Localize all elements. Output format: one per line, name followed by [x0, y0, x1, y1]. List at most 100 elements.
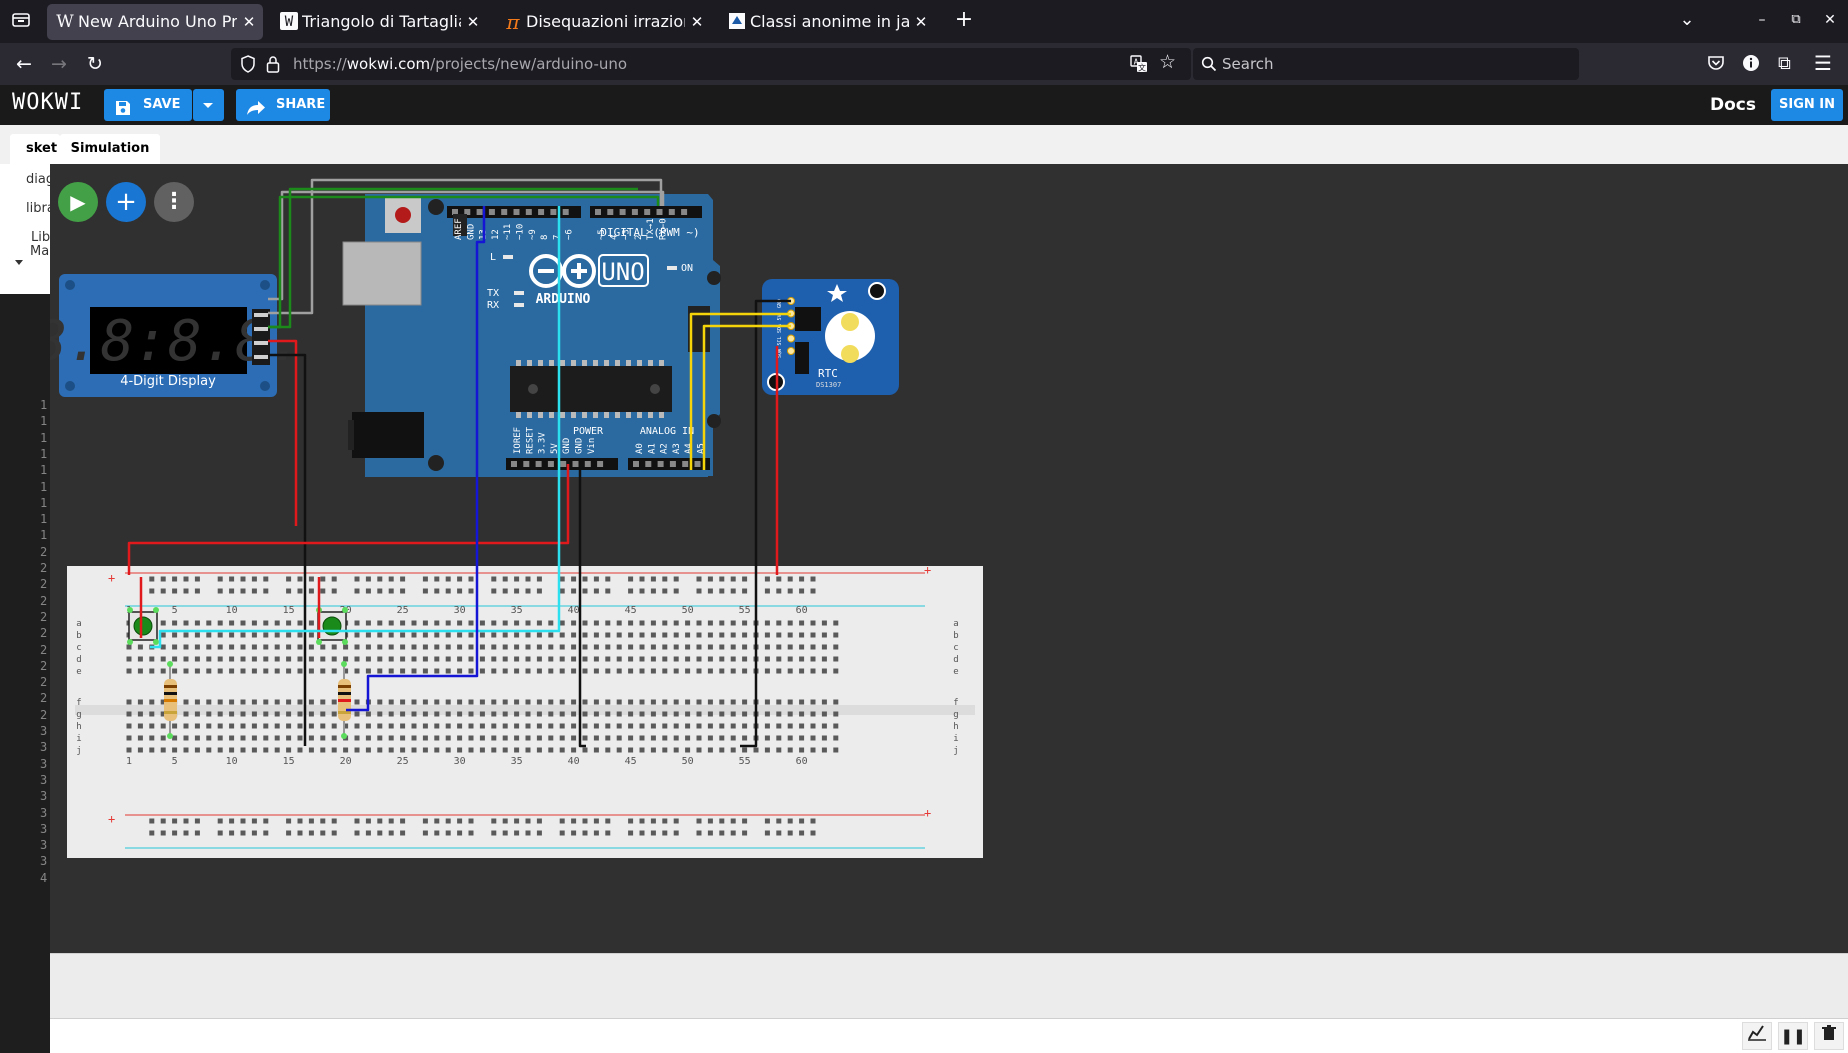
- breadboard-hole[interactable]: [149, 818, 155, 824]
- breadboard-hole[interactable]: [251, 711, 257, 717]
- breadboard-hole[interactable]: [331, 711, 337, 717]
- breadboard-hole[interactable]: [320, 818, 326, 824]
- header-pin[interactable]: [681, 209, 688, 215]
- breadboard-hole[interactable]: [457, 576, 463, 582]
- breadboard-hole[interactable]: [628, 711, 634, 717]
- breadboard-hole[interactable]: [764, 699, 770, 705]
- breadboard-hole[interactable]: [411, 747, 417, 753]
- breadboard-hole[interactable]: [183, 588, 189, 594]
- breadboard-hole[interactable]: [810, 818, 816, 824]
- breadboard-hole[interactable]: [787, 656, 793, 662]
- breadboard-hole[interactable]: [400, 668, 406, 674]
- translate-icon[interactable]: A文: [1130, 55, 1148, 77]
- breadboard-hole[interactable]: [673, 644, 679, 650]
- breadboard-hole[interactable]: [160, 620, 166, 626]
- breadboard-hole[interactable]: [160, 668, 166, 674]
- breadboard-hole[interactable]: [776, 576, 782, 582]
- breadboard-hole[interactable]: [514, 735, 520, 741]
- breadboard-hole[interactable]: [479, 699, 485, 705]
- breadboard-hole[interactable]: [491, 818, 497, 824]
- breadboard-hole[interactable]: [491, 620, 497, 626]
- breadboard-hole[interactable]: [719, 632, 725, 638]
- breadboard-hole[interactable]: [172, 830, 178, 836]
- breadboard-hole[interactable]: [229, 830, 235, 836]
- breadboard-hole[interactable]: [217, 711, 223, 717]
- breadboard-hole[interactable]: [331, 588, 337, 594]
- breadboard-hole[interactable]: [126, 735, 132, 741]
- breadboard-hole[interactable]: [183, 699, 189, 705]
- header-pin[interactable]: [633, 461, 639, 467]
- breadboard-hole[interactable]: [388, 699, 394, 705]
- breadboard-hole[interactable]: [685, 656, 691, 662]
- breadboard-hole[interactable]: [514, 723, 520, 729]
- breadboard-hole[interactable]: [536, 723, 542, 729]
- breadboard-hole[interactable]: [400, 644, 406, 650]
- breadboard-hole[interactable]: [457, 735, 463, 741]
- breadboard-hole[interactable]: [821, 620, 827, 626]
- breadboard-hole[interactable]: [673, 747, 679, 753]
- breadboard-hole[interactable]: [662, 699, 668, 705]
- breadboard-hole[interactable]: [172, 576, 178, 582]
- breadboard-hole[interactable]: [548, 620, 554, 626]
- simulation-canvas[interactable]: + + + + 11551010151520202525303035354040…: [50, 164, 1848, 953]
- breadboard-hole[interactable]: [514, 668, 520, 674]
- breadboard-hole[interactable]: [377, 576, 383, 582]
- breadboard-hole[interactable]: [730, 723, 736, 729]
- breadboard-hole[interactable]: [194, 668, 200, 674]
- breadboard-hole[interactable]: [616, 735, 622, 741]
- breadboard-hole[interactable]: [320, 735, 326, 741]
- breadboard-hole[interactable]: [719, 699, 725, 705]
- breadboard-hole[interactable]: [548, 699, 554, 705]
- breadboard-hole[interactable]: [286, 668, 292, 674]
- breadboard-hole[interactable]: [240, 632, 246, 638]
- breadboard-hole[interactable]: [411, 644, 417, 650]
- breadboard-hole[interactable]: [696, 818, 702, 824]
- breadboard-hole[interactable]: [354, 588, 360, 594]
- breadboard-hole[interactable]: [240, 656, 246, 662]
- breadboard-hole[interactable]: [810, 747, 816, 753]
- breadboard-hole[interactable]: [354, 735, 360, 741]
- breadboard-hole[interactable]: [525, 699, 531, 705]
- breadboard-hole[interactable]: [707, 656, 713, 662]
- breadboard-hole[interactable]: [149, 735, 155, 741]
- breadboard-hole[interactable]: [764, 830, 770, 836]
- breadboard-hole[interactable]: [263, 747, 269, 753]
- breadboard-hole[interactable]: [593, 830, 599, 836]
- breadboard-hole[interactable]: [183, 735, 189, 741]
- breadboard-hole[interactable]: [821, 644, 827, 650]
- breadboard-hole[interactable]: [799, 830, 805, 836]
- breadboard-hole[interactable]: [673, 711, 679, 717]
- breadboard-hole[interactable]: [719, 723, 725, 729]
- breadboard-hole[interactable]: [445, 620, 451, 626]
- breadboard-hole[interactable]: [388, 818, 394, 824]
- breadboard-hole[interactable]: [662, 644, 668, 650]
- search-bar[interactable]: Search: [1193, 48, 1579, 80]
- breadboard-hole[interactable]: [707, 711, 713, 717]
- breadboard-hole[interactable]: [251, 747, 257, 753]
- breadboard-hole[interactable]: [514, 818, 520, 824]
- breadboard-hole[interactable]: [730, 830, 736, 836]
- breadboard-hole[interactable]: [787, 668, 793, 674]
- breadboard-hole[interactable]: [183, 644, 189, 650]
- breadboard-hole[interactable]: [240, 830, 246, 836]
- breadboard-hole[interactable]: [422, 576, 428, 582]
- header-pin[interactable]: [523, 461, 530, 467]
- breadboard-hole[interactable]: [787, 830, 793, 836]
- breadboard-hole[interactable]: [126, 656, 132, 662]
- bookmark-star-icon[interactable]: ☆: [1159, 51, 1176, 73]
- breadboard-hole[interactable]: [571, 830, 577, 836]
- breadboard-hole[interactable]: [229, 711, 235, 717]
- breadboard-hole[interactable]: [525, 644, 531, 650]
- header-pin[interactable]: [682, 461, 689, 467]
- breadboard-hole[interactable]: [400, 620, 406, 626]
- breadboard-hole[interactable]: [799, 576, 805, 582]
- breadboard-hole[interactable]: [206, 644, 212, 650]
- breadboard-hole[interactable]: [536, 699, 542, 705]
- breadboard-hole[interactable]: [616, 699, 622, 705]
- breadboard-hole[interactable]: [799, 735, 805, 741]
- breadboard-hole[interactable]: [457, 818, 463, 824]
- breadboard-hole[interactable]: [525, 588, 531, 594]
- breadboard-hole[interactable]: [365, 632, 371, 638]
- breadboard-hole[interactable]: [719, 735, 725, 741]
- breadboard-hole[interactable]: [719, 818, 725, 824]
